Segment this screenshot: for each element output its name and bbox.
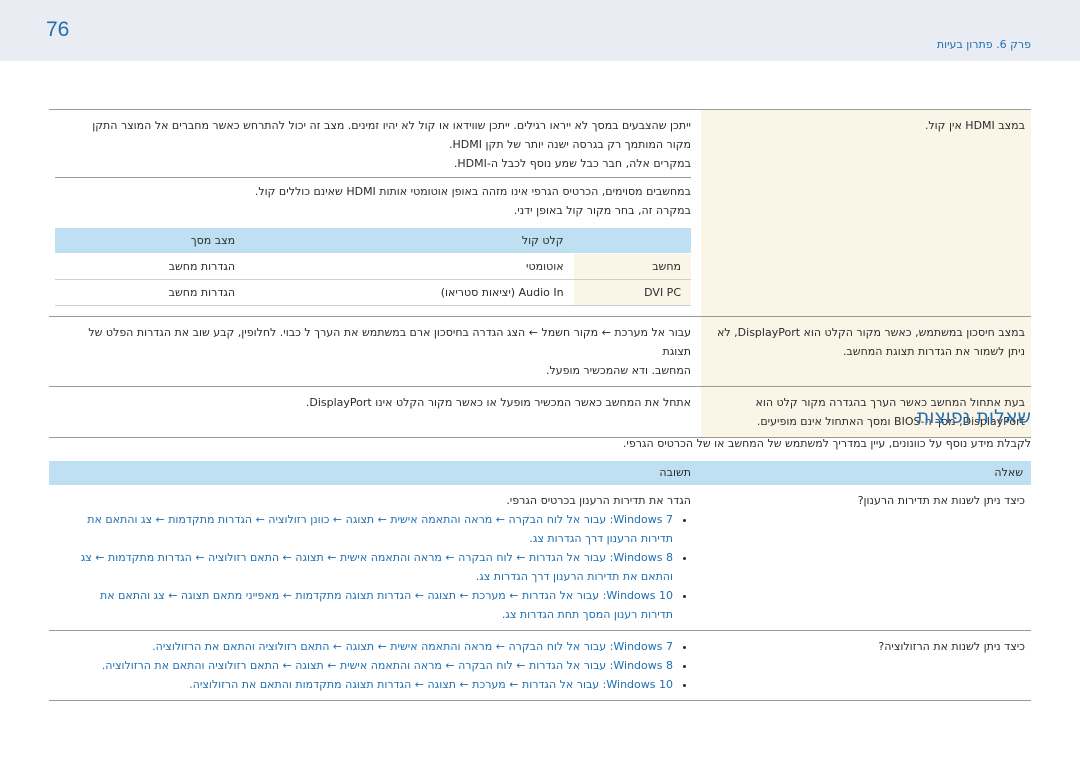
column-header-answer: תשובה — [659, 466, 691, 479]
table-header: שאלה תשובה — [49, 461, 1031, 485]
section-intro: לקבלת מידע נוסף על כוונונים, עיין במדריך… — [622, 437, 1031, 450]
answer-cell: הגדר את תדירות הרענון בכרטיס הגרפי. Wind… — [49, 485, 701, 630]
answer-cell: עבור אל מערכת ← מקור חשמל ← הצג הגדרה בח… — [88, 326, 691, 377]
question-cell: כיצד ניתן לשנות את הרזולוציה? — [701, 631, 1031, 700]
question-cell: במצב חיסכון במשתמש, כאשר מקור הקלט הוא D… — [701, 317, 1031, 386]
troubleshooting-table: במצב HDMI אין קול. ייתכן שהצבעים במסך לא… — [49, 109, 1031, 438]
table-row: כיצד ניתן לשנות את הרזולוציה? Windows 7:… — [49, 631, 1031, 701]
column-header: מצב מסך — [55, 228, 246, 254]
column-header: קלט קול — [245, 228, 574, 254]
page-number: 76 — [46, 18, 70, 41]
column-header — [573, 228, 691, 254]
table-row: מחשב אוטומטי הגדרות מחשב — [55, 253, 691, 280]
answer-cell: Windows 7: עבור אל לוח הבקרה ← מראה והתא… — [49, 631, 701, 700]
table-row: בעת אתחול המחשב כאשר הערך בהגדרה מקור קל… — [49, 387, 1031, 438]
audio-settings-table: קלט קול מצב מסך מחשב אוטומטי הגדרות מחשב… — [55, 228, 691, 306]
column-header-question: שאלה — [994, 466, 1023, 479]
chapter-title: פרק 6. פתרון בעיות — [936, 38, 1031, 51]
section-title: שאלות נפוצות — [916, 406, 1031, 428]
answer-cell: אתחל את המחשב כאשר המכשיר מופעל או כאשר … — [305, 396, 691, 409]
question-cell: כיצד ניתן לשנות את תדירות הרענון? — [701, 485, 1031, 630]
answer-cell: ייתכן שהצבעים במסך לא ייראו רגילים. ייתכ… — [47, 110, 701, 316]
table-row: DVI PC Audio In (יציאות סטריאו) הגדרות מ… — [55, 279, 691, 306]
faq-table: שאלה תשובה כיצד ניתן לשנות את תדירות הרע… — [49, 461, 1031, 701]
table-row: במצב חיסכון במשתמש, כאשר מקור הקלט הוא D… — [49, 317, 1031, 387]
list-item: Windows 10: עבור אל הגדרות ← מערכת ← תצו… — [57, 586, 673, 624]
list-item: Windows 10: עבור אל הגדרות ← מערכת ← תצו… — [57, 675, 673, 694]
table-row: במצב HDMI אין קול. ייתכן שהצבעים במסך לא… — [49, 109, 1031, 317]
steps-list: Windows 7: עבור אל לוח הבקרה ← מראה והתא… — [57, 510, 691, 624]
list-item: Windows 8: עבור אל הגדרות ← לוח הבקרה ← … — [57, 656, 673, 675]
table-row: כיצד ניתן לשנות את תדירות הרענון? הגדר א… — [49, 485, 1031, 631]
list-item: Windows 8: עבור אל הגדרות ← לוח הבקרה ← … — [57, 548, 673, 586]
steps-list: Windows 7: עבור אל לוח הבקרה ← מראה והתא… — [57, 637, 691, 694]
list-item: Windows 7: עבור אל לוח הבקרה ← מראה והתא… — [57, 510, 673, 548]
page-header: 76 פרק 6. פתרון בעיות — [0, 0, 1080, 61]
list-item: Windows 7: עבור אל לוח הבקרה ← מראה והתא… — [57, 637, 673, 656]
question-cell: במצב HDMI אין קול. — [701, 110, 1031, 316]
